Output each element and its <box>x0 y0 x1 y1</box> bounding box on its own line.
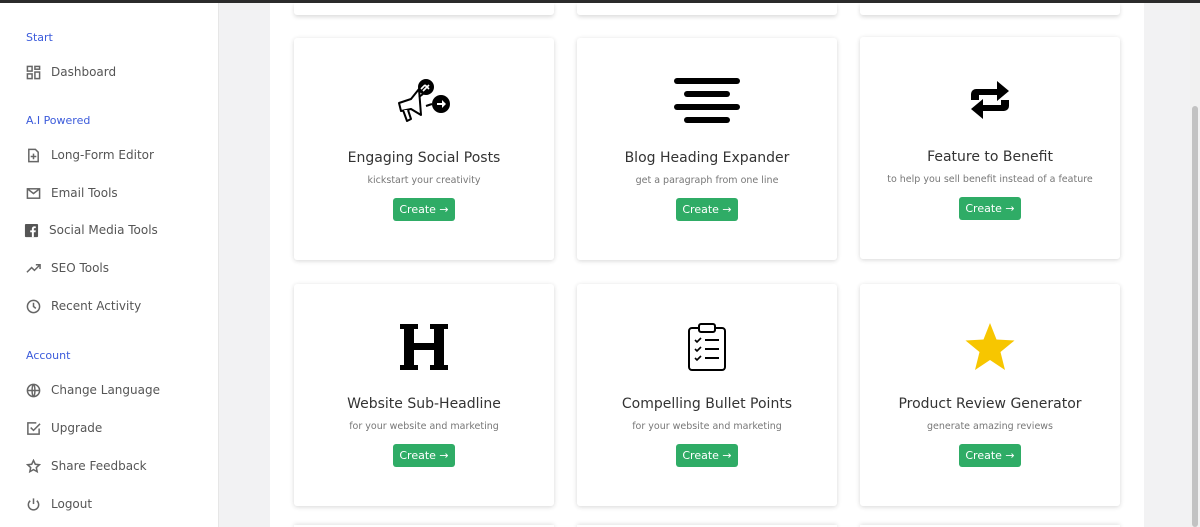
card-partial-top <box>577 3 837 15</box>
main-panel: Engaging Social Posts kickstart your cre… <box>270 3 1144 527</box>
sidebar-item-label: Email Tools <box>51 186 118 200</box>
create-button[interactable]: Create → <box>959 444 1021 467</box>
clipboard-checklist-icon <box>577 318 837 376</box>
sidebar-item-logout[interactable]: Logout <box>24 493 92 515</box>
tool-card-blog-heading-expander[interactable]: Blog Heading Expander get a paragraph fr… <box>577 38 837 260</box>
megaphone-share-icon <box>294 72 554 130</box>
sidebar: Start Dashboard A.I Powered Long-Form Ed… <box>0 3 219 527</box>
card-title: Blog Heading Expander <box>624 150 790 166</box>
card-title: Compelling Bullet Points <box>621 396 793 412</box>
sidebar-item-label: Share Feedback <box>51 459 147 473</box>
sidebar-item-share-feedback[interactable]: Share Feedback <box>24 455 147 477</box>
tool-card-website-sub-headline[interactable]: Website Sub-Headline for your website an… <box>294 284 554 506</box>
sidebar-item-dashboard[interactable]: Dashboard <box>24 61 116 83</box>
trending-up-icon <box>24 259 42 277</box>
card-subtitle: generate amazing reviews <box>926 421 1054 432</box>
tool-card-engaging-social-posts[interactable]: Engaging Social Posts kickstart your cre… <box>294 38 554 260</box>
file-plus-icon <box>24 146 42 164</box>
sidebar-item-label: Logout <box>51 497 93 511</box>
swap-arrows-icon <box>860 71 1120 129</box>
sidebar-item-recent-activity[interactable]: Recent Activity <box>24 295 141 317</box>
power-icon <box>24 495 42 513</box>
card-subtitle: for your website and marketing <box>349 421 499 432</box>
create-button[interactable]: Create → <box>676 444 738 467</box>
star-outline-icon <box>24 457 42 475</box>
card-title: Feature to Benefit <box>927 149 1053 165</box>
card-partial-top <box>860 3 1120 15</box>
star-icon <box>860 318 1120 376</box>
card-subtitle: to help you sell benefit instead of a fe… <box>887 174 1093 185</box>
card-title: Engaging Social Posts <box>347 150 501 166</box>
card-subtitle: kickstart your creativity <box>367 175 481 186</box>
scrollbar-thumb[interactable] <box>1192 106 1198 527</box>
sidebar-item-label: SEO Tools <box>51 261 110 275</box>
tool-card-compelling-bullet-points[interactable]: Compelling Bullet Points for your websit… <box>577 284 837 506</box>
page-scrollbar[interactable] <box>1190 3 1200 527</box>
card-title: Product Review Generator <box>898 396 1082 412</box>
facebook-icon <box>22 221 40 239</box>
tool-card-feature-to-benefit[interactable]: Feature to Benefit to help you sell bene… <box>860 37 1120 259</box>
heading-h-icon <box>294 318 554 376</box>
sidebar-item-social-media-tools[interactable]: Social Media Tools <box>22 219 158 241</box>
section-title-ai-powered: A.I Powered <box>26 114 91 127</box>
tool-card-product-review-generator[interactable]: Product Review Generator generate amazin… <box>860 284 1120 506</box>
card-title: Website Sub-Headline <box>347 396 501 412</box>
create-button[interactable]: Create → <box>393 444 455 467</box>
sidebar-item-seo-tools[interactable]: SEO Tools <box>24 257 109 279</box>
sidebar-item-label: Change Language <box>51 383 160 397</box>
sidebar-item-label: Upgrade <box>51 421 103 435</box>
sidebar-item-label: Recent Activity <box>51 299 142 313</box>
clock-icon <box>24 297 42 315</box>
create-button[interactable]: Create → <box>959 197 1021 220</box>
globe-icon <box>24 381 42 399</box>
sidebar-item-change-language[interactable]: Change Language <box>24 379 160 401</box>
card-subtitle: for your website and marketing <box>632 421 782 432</box>
card-partial-top <box>294 3 554 15</box>
sidebar-item-email-tools[interactable]: Email Tools <box>24 182 118 204</box>
sidebar-item-long-form-editor[interactable]: Long-Form Editor <box>24 144 154 166</box>
align-center-lines-icon <box>577 72 837 130</box>
sidebar-item-upgrade[interactable]: Upgrade <box>24 417 102 439</box>
check-square-icon <box>24 419 42 437</box>
sidebar-item-label: Long-Form Editor <box>51 148 154 162</box>
create-button[interactable]: Create → <box>676 198 738 221</box>
create-button[interactable]: Create → <box>393 198 455 221</box>
sidebar-item-label: Dashboard <box>51 65 117 79</box>
section-title-account: Account <box>26 349 71 362</box>
dashboard-icon <box>24 63 42 81</box>
mail-icon <box>24 184 42 202</box>
sidebar-item-label: Social Media Tools <box>49 223 158 237</box>
section-title-start: Start <box>26 31 53 44</box>
card-subtitle: get a paragraph from one line <box>635 175 779 186</box>
